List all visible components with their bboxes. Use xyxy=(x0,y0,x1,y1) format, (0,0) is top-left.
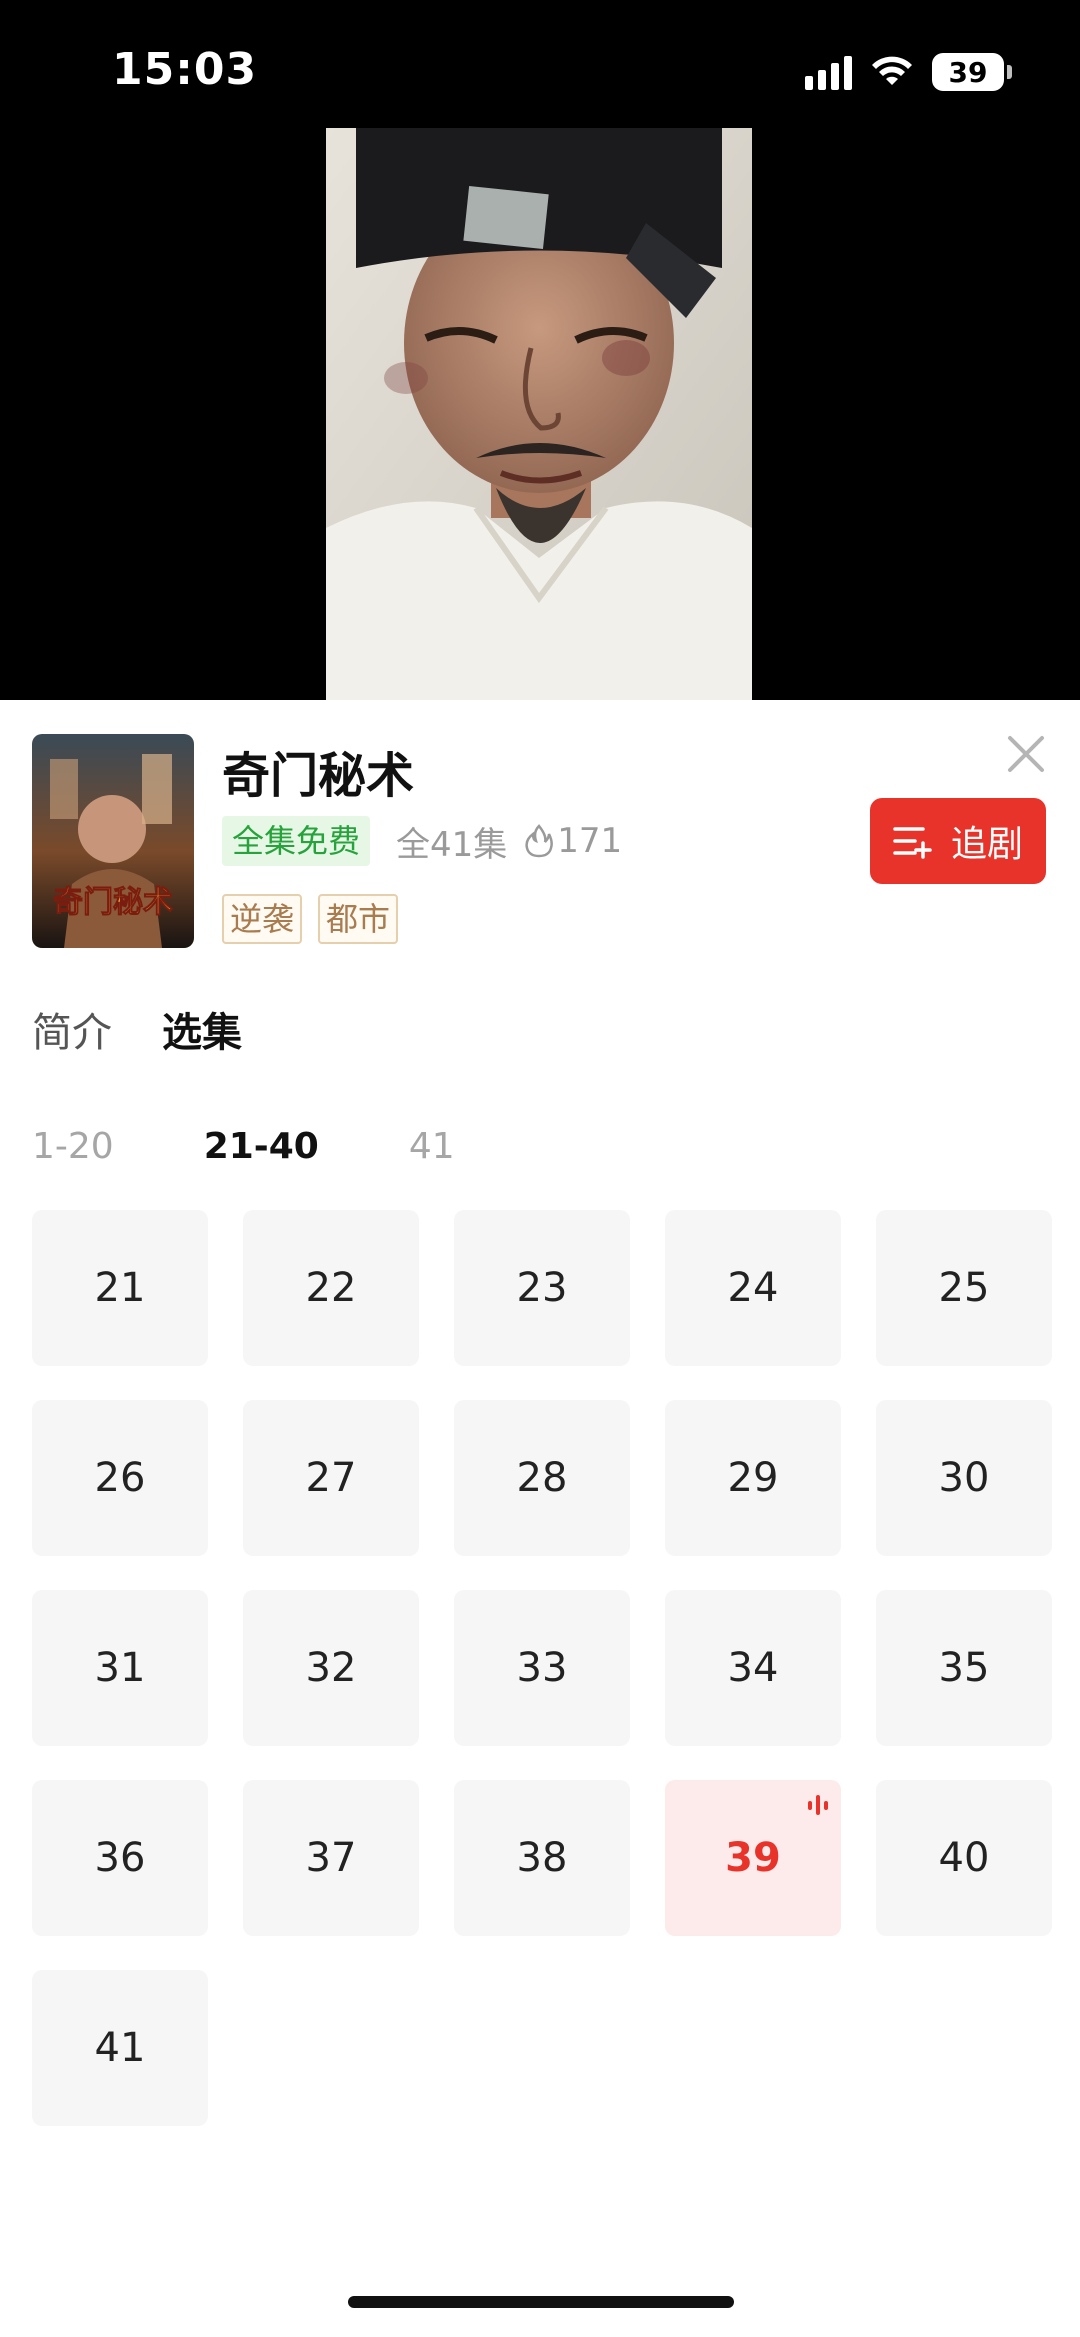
episode-item[interactable]: 36 xyxy=(32,1780,208,1936)
episode-item[interactable]: 22 xyxy=(243,1210,419,1366)
episode-number: 26 xyxy=(94,1455,146,1501)
heat-count: 171 xyxy=(557,821,623,861)
episode-item[interactable]: 30 xyxy=(876,1400,1052,1556)
add-to-list-icon xyxy=(893,827,932,859)
episode-item[interactable]: 27 xyxy=(243,1400,419,1556)
cellular-signal-icon xyxy=(805,54,852,90)
episode-item[interactable]: 25 xyxy=(876,1210,1052,1366)
home-indicator[interactable] xyxy=(348,2296,734,2308)
episode-number: 29 xyxy=(727,1455,779,1501)
follow-label: 追剧 xyxy=(950,824,1023,865)
episode-item[interactable]: 28 xyxy=(454,1400,630,1556)
episode-item[interactable]: 21 xyxy=(32,1210,208,1366)
episode-item[interactable]: 35 xyxy=(876,1590,1052,1746)
tag-nixi[interactable]: 逆袭 xyxy=(222,894,303,944)
episode-number: 30 xyxy=(938,1455,990,1501)
range-21-40[interactable]: 21-40 xyxy=(204,1126,319,1167)
episode-ranges: 1-20 21-40 41 xyxy=(32,1126,545,1167)
close-icon[interactable] xyxy=(1002,730,1050,778)
episode-item[interactable]: 24 xyxy=(665,1210,841,1366)
follow-button[interactable]: 追剧 xyxy=(870,798,1046,884)
episode-item[interactable]: 38 xyxy=(454,1780,630,1936)
episode-number: 36 xyxy=(94,1835,146,1881)
video-frame[interactable] xyxy=(326,128,752,700)
episode-number: 25 xyxy=(938,1265,990,1311)
episode-item[interactable]: 23 xyxy=(454,1210,630,1366)
sheet-tabs: 简介 选集 xyxy=(32,1000,242,1058)
status-icons: 39 xyxy=(805,50,1012,94)
episode-number: 33 xyxy=(516,1645,568,1691)
episode-item[interactable]: 34 xyxy=(665,1590,841,1746)
flame-icon xyxy=(525,824,554,858)
episode-number: 37 xyxy=(305,1835,357,1881)
video-player-area[interactable]: 15:03 39 xyxy=(0,0,1080,700)
episode-number: 38 xyxy=(516,1835,568,1881)
episode-number: 35 xyxy=(938,1645,990,1691)
episode-item[interactable]: 29 xyxy=(665,1400,841,1556)
free-badge: 全集免费 xyxy=(222,816,371,866)
status-time: 15:03 xyxy=(112,44,258,95)
episode-number: 24 xyxy=(727,1265,779,1311)
tab-intro[interactable]: 简介 xyxy=(32,1000,112,1058)
episode-sheet: 奇门秘术 奇门秘术 全集免费 全41集 171 逆袭 都市 追剧 简介 选集 1… xyxy=(0,700,1080,2337)
video-still-image xyxy=(326,128,752,700)
episode-item[interactable]: 26 xyxy=(32,1400,208,1556)
battery-icon: 39 xyxy=(932,53,1012,91)
range-41[interactable]: 41 xyxy=(409,1126,455,1167)
drama-title: 奇门秘术 xyxy=(222,748,415,804)
range-1-20[interactable]: 1-20 xyxy=(32,1126,114,1167)
drama-meta: 全41集 171 xyxy=(396,816,622,866)
episode-number: 22 xyxy=(305,1265,357,1311)
poster-title: 奇门秘术 xyxy=(53,885,173,920)
episode-number: 34 xyxy=(727,1645,779,1691)
episode-item[interactable]: 31 xyxy=(32,1590,208,1746)
episode-item[interactable]: 33 xyxy=(454,1590,630,1746)
episode-item[interactable]: 32 xyxy=(243,1590,419,1746)
episode-number: 23 xyxy=(516,1265,568,1311)
wifi-icon xyxy=(872,56,912,85)
episode-number: 41 xyxy=(94,2025,146,2071)
episode-number: 32 xyxy=(305,1645,357,1691)
episode-number: 31 xyxy=(94,1645,146,1691)
episode-item[interactable]: 40 xyxy=(876,1780,1052,1936)
episode-number: 39 xyxy=(725,1835,781,1881)
episode-item[interactable]: 41 xyxy=(32,1970,208,2126)
episode-item-current[interactable]: 39 xyxy=(665,1780,841,1936)
tag-dushi[interactable]: 都市 xyxy=(318,894,399,944)
episode-item[interactable]: 37 xyxy=(243,1780,419,1936)
drama-poster[interactable]: 奇门秘术 xyxy=(32,734,194,948)
tab-episodes[interactable]: 选集 xyxy=(162,1000,242,1058)
episode-number: 28 xyxy=(516,1455,568,1501)
episode-number: 21 xyxy=(94,1265,146,1311)
episode-number: 40 xyxy=(938,1835,990,1881)
episode-number: 27 xyxy=(305,1455,357,1501)
now-playing-icon xyxy=(808,1795,828,1815)
episode-count: 全41集 xyxy=(396,824,508,865)
battery-level: 39 xyxy=(932,53,1004,91)
